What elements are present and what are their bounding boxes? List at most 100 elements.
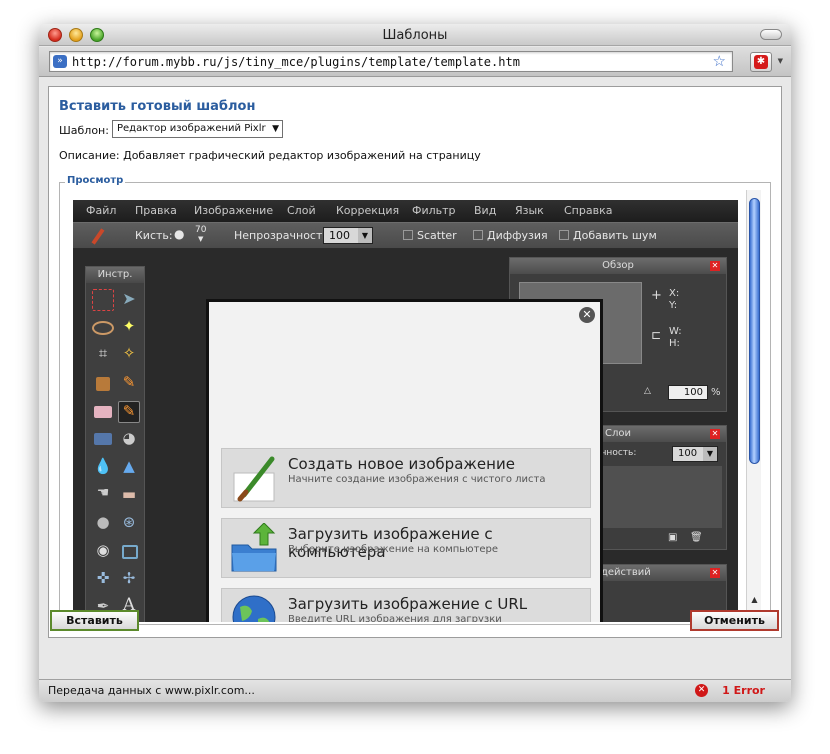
template-dialog: Вставить готовый шаблон Шаблон: Редактор… xyxy=(48,86,782,638)
nav-h-label: H: xyxy=(669,338,680,349)
pixlr-menu-edit[interactable]: Правка xyxy=(135,204,177,217)
navigator-header: Обзор ✕ xyxy=(510,258,726,274)
addon-button[interactable]: ✱ xyxy=(750,52,772,72)
eraser-tool-icon[interactable] xyxy=(94,406,112,418)
checkbox-icon xyxy=(403,230,413,240)
pixlr-preview[interactable]: Файл Правка Изображение Слой Коррекция Ф… xyxy=(73,200,738,622)
select-arrow-icon: ▼ xyxy=(272,124,279,134)
pixlr-start-dialog: ✕ Создать новое изображение Начните созд… xyxy=(206,299,603,622)
color-replace-icon[interactable]: ◕ xyxy=(118,429,140,451)
diffusion-checkbox[interactable]: Диффузия xyxy=(473,229,548,242)
cancel-button[interactable]: Отменить xyxy=(690,610,779,631)
window-title: Шаблоны xyxy=(382,28,448,43)
new-layer-icon[interactable]: ▣ xyxy=(668,532,677,543)
pinch-tool-icon[interactable]: ✢ xyxy=(118,569,140,591)
tools-title: Инстр. xyxy=(86,267,144,283)
opacity-label: Непрозрачность: xyxy=(234,229,333,242)
dialog-heading: Вставить готовый шаблон xyxy=(59,99,256,114)
combo-arrow-icon: ▼ xyxy=(358,228,372,243)
pixlr-menu-filter[interactable]: Фильтр xyxy=(412,204,456,217)
pixlr-menu-file[interactable]: Файл xyxy=(86,204,116,217)
panel-close-icon[interactable]: ✕ xyxy=(710,429,720,439)
zoom-value: 100 xyxy=(683,387,703,398)
stamp-tool-icon[interactable] xyxy=(96,377,110,391)
error-icon[interactable]: ✕ xyxy=(695,684,708,697)
template-select-value: Редактор изображений Pixlr xyxy=(117,123,266,134)
browser-window: Шаблоны » http://forum.mybb.ru/js/tiny_m… xyxy=(39,24,791,702)
pixlr-menu-help[interactable]: Справка xyxy=(564,204,612,217)
scroll-up-icon[interactable]: ▲ xyxy=(747,595,762,604)
pixlr-menu-image[interactable]: Изображение xyxy=(194,204,273,217)
marquee-tool-icon[interactable] xyxy=(92,289,114,311)
sponge-tool-icon[interactable]: ▬ xyxy=(118,485,140,507)
preview-scrollbar[interactable]: ▲ ▼ xyxy=(746,190,761,623)
lasso-tool-icon[interactable] xyxy=(92,321,114,335)
crop-tool-icon[interactable]: ⌗ xyxy=(92,344,114,366)
pixlr-menu-language[interactable]: Язык xyxy=(515,204,544,217)
template-select[interactable]: Редактор изображений Pixlr ▼ xyxy=(112,120,283,138)
pencil-tool-icon[interactable]: ✎ xyxy=(118,373,140,395)
tools-panel: Инстр. ➤ ✦ ⌗ ✧ ✎ ✎ ◕ 💧 ▲ ☚ ▬ ● ⊛ ◉ ✜ ✢ ✒… xyxy=(85,266,145,622)
brush-size[interactable]: 70 xyxy=(195,225,206,235)
open-url-subtitle: Введите URL изображения для загрузки xyxy=(288,614,502,622)
checkbox-icon xyxy=(559,230,569,240)
bookmark-star-icon[interactable]: ☆ xyxy=(713,52,726,71)
open-url-title: Загрузить изображение с URL xyxy=(288,595,528,613)
sharpen-tool-icon[interactable]: ▲ xyxy=(118,457,140,479)
addon-dropdown-icon[interactable]: ▼ xyxy=(778,57,783,65)
magic-wand-icon[interactable]: ✦ xyxy=(118,317,140,339)
bloat-tool-icon[interactable]: ✜ xyxy=(92,569,114,591)
wand-tool-icon[interactable]: ✧ xyxy=(118,344,140,366)
noise-checkbox[interactable]: Добавить шум xyxy=(559,229,657,242)
create-new-title: Создать новое изображение xyxy=(288,455,515,473)
nav-w-label: W: xyxy=(669,326,682,337)
delete-layer-icon[interactable]: 🗑 xyxy=(690,532,703,543)
preview-fieldset: Просмотр Файл Правка Изображение Слой Ко… xyxy=(59,175,771,625)
opacity-combo[interactable]: 100 ▼ xyxy=(323,227,373,244)
nav-x-label: X: xyxy=(669,288,680,299)
panel-close-icon[interactable]: ✕ xyxy=(710,261,720,271)
pixlr-menu-layer[interactable]: Слой xyxy=(287,204,316,217)
zoom-slider-icon[interactable]: △ xyxy=(644,386,651,396)
layers-opacity-combo[interactable]: 100 ▼ xyxy=(672,446,718,462)
pixlr-menu-adjust[interactable]: Коррекция xyxy=(336,204,399,217)
position-icon: + xyxy=(651,288,662,303)
open-computer-subtitle: Выберите изображение на компьютере xyxy=(288,544,499,555)
addon-icon: ✱ xyxy=(754,55,768,69)
opacity-value: 100 xyxy=(329,229,350,242)
create-new-image-option[interactable]: Создать новое изображение Начните создан… xyxy=(221,448,591,508)
pixlr-menubar: Файл Правка Изображение Слой Коррекция Ф… xyxy=(73,200,738,222)
layers-title: Слои xyxy=(605,428,631,439)
burn-tool-icon[interactable]: ● xyxy=(92,513,114,535)
drop-tool-icon[interactable]: 💧 xyxy=(92,457,114,479)
open-from-computer-option[interactable]: Загрузить изображение с компьютера Выбер… xyxy=(221,518,591,578)
scatter-label: Scatter xyxy=(417,229,457,242)
zoom-input[interactable]: 100 xyxy=(668,385,708,400)
shape-tool-icon[interactable] xyxy=(122,545,138,559)
fill-rect-tool-icon[interactable] xyxy=(94,433,112,445)
scrollbar-thumb[interactable] xyxy=(749,198,760,464)
dialog-close-icon[interactable]: ✕ xyxy=(579,307,595,323)
heal-tool-icon[interactable]: ⊛ xyxy=(118,513,140,535)
open-from-url-option[interactable]: Загрузить изображение с URL Введите URL … xyxy=(221,588,591,622)
brush-tool-active-icon[interactable]: ✎ xyxy=(118,401,140,423)
pixlr-options-bar: Кисть: ● 70 ▼ Непрозрачность: 100 ▼ Scatt… xyxy=(73,222,738,249)
brush-preview-icon[interactable]: ● xyxy=(174,227,184,241)
pixlr-menu-view[interactable]: Вид xyxy=(474,204,496,217)
toolbar-toggle-button[interactable] xyxy=(760,29,782,40)
status-text: Передача данных с www.pixlr.com... xyxy=(48,684,255,697)
redeye-tool-icon[interactable]: ◉ xyxy=(92,541,114,563)
combo-arrow-icon: ▼ xyxy=(703,447,717,461)
size-icon: ⊏ xyxy=(651,328,662,342)
move-tool-icon[interactable]: ➤ xyxy=(118,289,140,311)
smudge-tool-icon[interactable]: ☚ xyxy=(92,485,114,507)
error-count[interactable]: 1 Error xyxy=(722,684,765,697)
address-field[interactable]: » http://forum.mybb.ru/js/tiny_mce/plugi… xyxy=(49,51,733,72)
panel-close-icon[interactable]: ✕ xyxy=(710,568,720,578)
paint-brush-icon xyxy=(233,456,275,502)
insert-button[interactable]: Вставить xyxy=(50,610,139,631)
folder-upload-icon xyxy=(231,523,277,572)
brush-label: Кисть: xyxy=(135,229,173,242)
scatter-checkbox[interactable]: Scatter xyxy=(403,229,457,242)
brush-size-arrow-icon[interactable]: ▼ xyxy=(198,235,203,243)
